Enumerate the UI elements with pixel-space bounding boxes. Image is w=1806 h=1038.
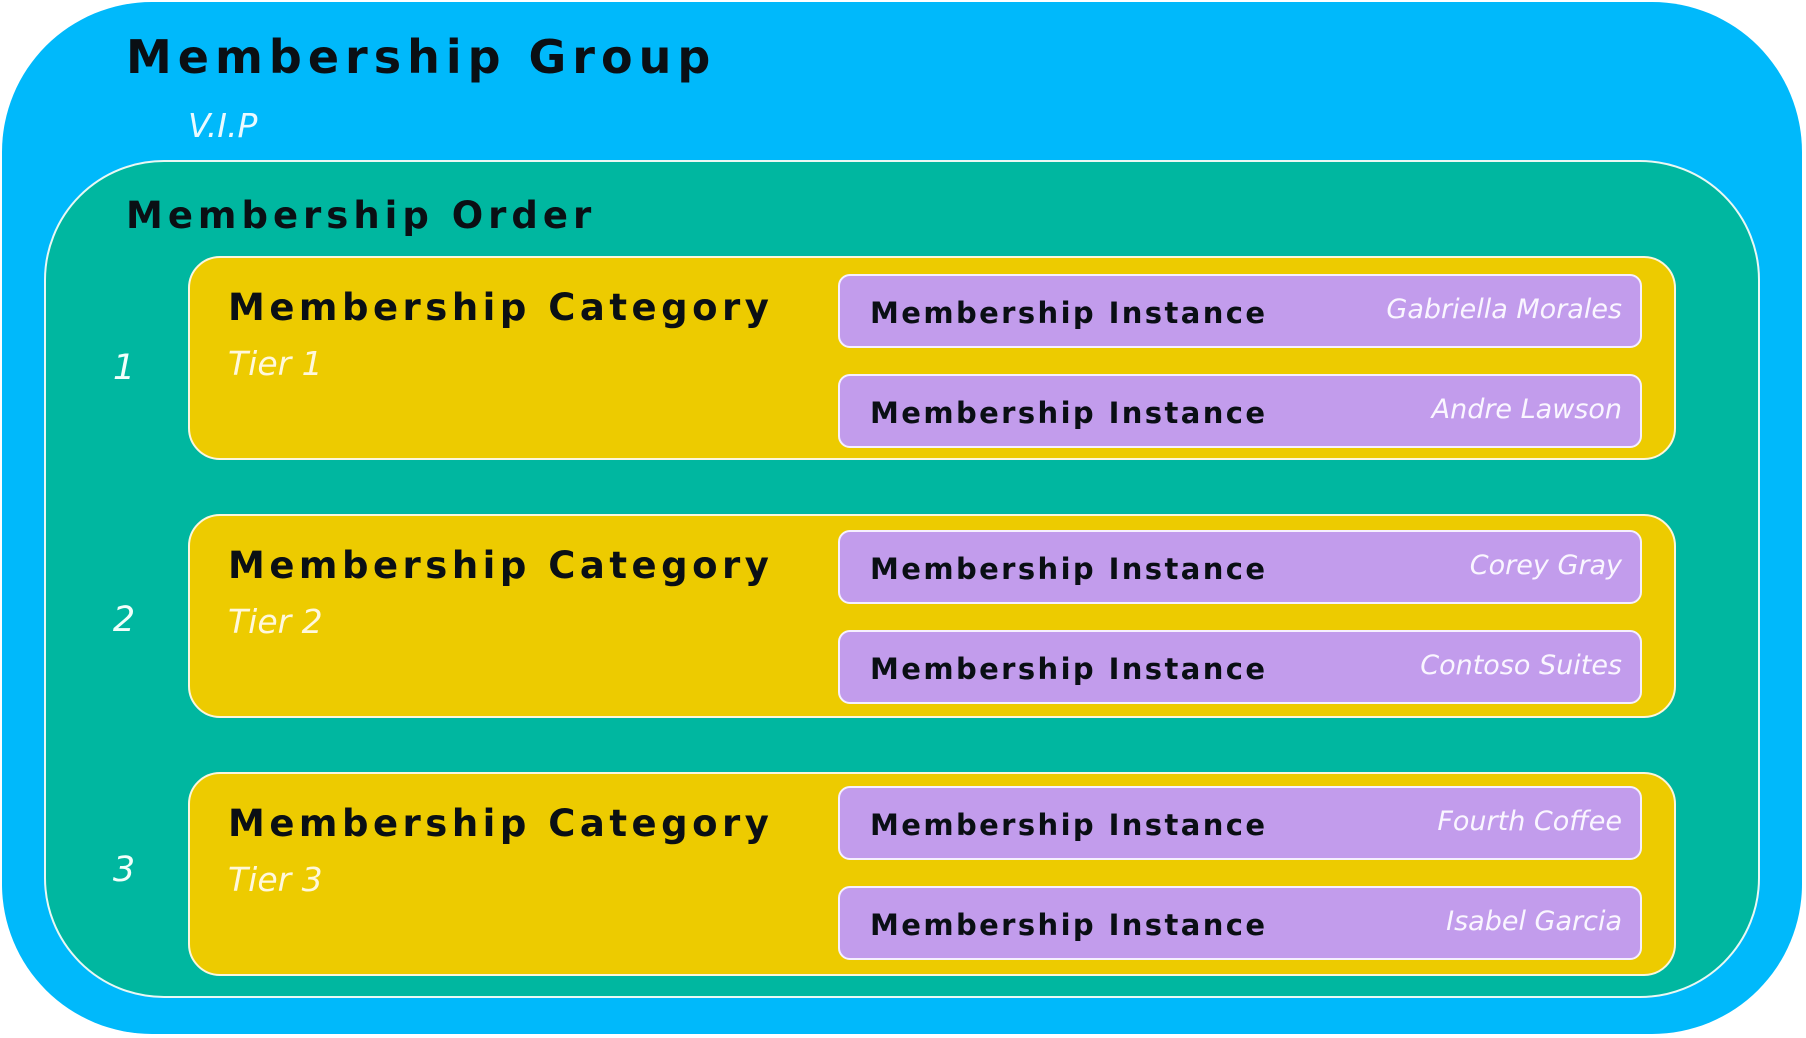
instance-member-name: Isabel Garcia (1446, 906, 1622, 937)
membership-order-title: Membership Order (126, 194, 597, 237)
instance-title: Membership Instance (870, 808, 1268, 842)
category-title: Membership Category (228, 544, 774, 587)
category-tier: Tier 2 (228, 602, 323, 641)
instance-member-name: Corey Gray (1469, 550, 1622, 581)
category-tier: Tier 1 (228, 344, 323, 383)
membership-instance: Membership Instance Contoso Suites (838, 630, 1642, 704)
order-number-2: 2 (112, 600, 136, 640)
membership-instance: Membership Instance Isabel Garcia (838, 886, 1642, 960)
membership-group-title: Membership Group (126, 30, 717, 84)
order-number-1: 1 (112, 348, 136, 388)
membership-instance: Membership Instance Fourth Coffee (838, 786, 1642, 860)
instance-title: Membership Instance (870, 296, 1268, 330)
membership-instance: Membership Instance Andre Lawson (838, 374, 1642, 448)
membership-instance: Membership Instance Gabriella Morales (838, 274, 1642, 348)
instance-member-name: Fourth Coffee (1437, 806, 1622, 837)
membership-instance: Membership Instance Corey Gray (838, 530, 1642, 604)
membership-category-tier-3: Membership Category Tier 3 Membership In… (188, 772, 1676, 976)
instance-member-name: Gabriella Morales (1386, 294, 1622, 325)
membership-group-subtitle: V.I.P (188, 106, 258, 145)
category-title: Membership Category (228, 802, 774, 845)
membership-category-tier-1: Membership Category Tier 1 Membership In… (188, 256, 1676, 460)
instance-title: Membership Instance (870, 396, 1268, 430)
membership-category-tier-2: Membership Category Tier 2 Membership In… (188, 514, 1676, 718)
instance-title: Membership Instance (870, 908, 1268, 942)
order-number-3: 3 (112, 850, 136, 890)
category-title: Membership Category (228, 286, 774, 329)
category-tier: Tier 3 (228, 860, 323, 899)
instance-member-name: Contoso Suites (1420, 650, 1622, 681)
instance-member-name: Andre Lawson (1431, 394, 1622, 425)
instance-title: Membership Instance (870, 552, 1268, 586)
instance-title: Membership Instance (870, 652, 1268, 686)
